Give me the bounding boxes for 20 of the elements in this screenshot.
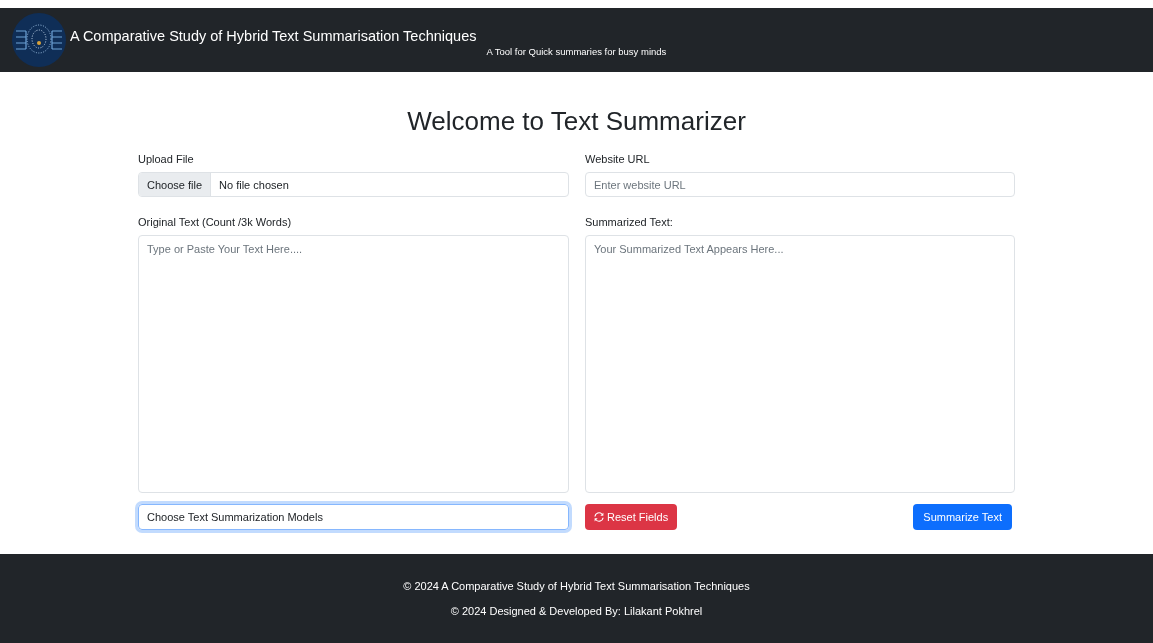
choose-file-button[interactable]: Choose file	[139, 173, 212, 196]
site-title: A Comparative Study of Hybrid Text Summarisation Techniques	[70, 28, 477, 44]
refresh-icon	[594, 512, 604, 522]
field-label: Original Text (Count /3k Words)	[138, 216, 293, 228]
file-status-text: No file chosen	[218, 178, 290, 191]
field-label: Upload File	[138, 153, 195, 165]
footer-text: © 2024 A Comparative Study of Hybrid Text Summarisation Techniques	[403, 580, 750, 592]
brain-circuit-logo-icon	[12, 13, 66, 67]
summarize-button[interactable]: Summarize Text	[913, 504, 1012, 530]
url-input-field[interactable]: Enter website URL	[585, 172, 1015, 197]
file-field[interactable]: Choose file No file chosen	[138, 172, 569, 197]
field-label: Website URL	[585, 153, 651, 165]
site-tagline: A Tool for Quick summaries for busy minds	[486, 45, 667, 57]
original-text-area[interactable]: Type or Paste Your Text Here....	[138, 235, 569, 493]
page-heading: Welcome to Text Summarizer	[406, 106, 747, 137]
reset-button[interactable]: Reset Fields	[585, 504, 678, 530]
field-label: Summarized Text:	[585, 216, 674, 228]
summary-text-area[interactable]: Your Summarized Text Appears Here...	[585, 235, 1015, 493]
model-select[interactable]: Choose Text Summarization Models	[138, 504, 569, 530]
footer-text: © 2024 Designed & Developed By: Lilakant Pokhrel	[450, 605, 703, 617]
